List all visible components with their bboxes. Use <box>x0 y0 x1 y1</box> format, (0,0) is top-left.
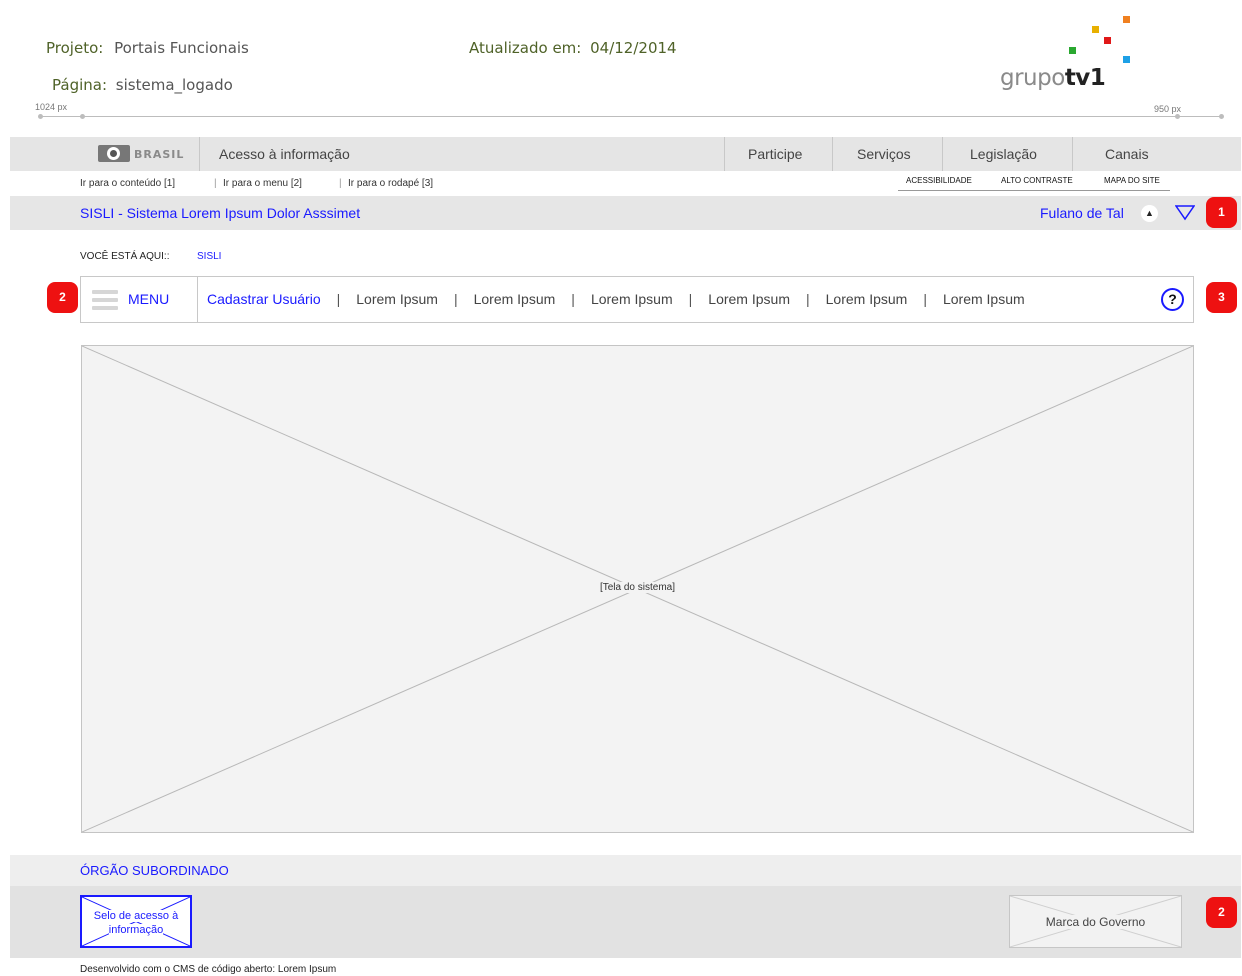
ruler-dot-right <box>1219 114 1224 119</box>
skip-link-divider: | <box>339 178 342 189</box>
ruler-left-label: 1024 px <box>35 102 68 112</box>
skip-link-menu[interactable]: Ir para o menu [2] <box>223 178 302 189</box>
acessibilidade-link[interactable]: ACESSIBILIDADE <box>906 176 972 185</box>
menu-divider <box>197 277 198 322</box>
user-icon[interactable]: ▲ <box>1141 205 1158 222</box>
menu-item[interactable]: Lorem Ipsum <box>356 291 438 307</box>
gov-link-servicos[interactable]: Serviços <box>857 146 911 162</box>
skip-link-footer[interactable]: Ir para o rodapé [3] <box>348 178 433 189</box>
menu-separator: | <box>571 291 575 307</box>
marca-text: Marca do Governo <box>1043 915 1148 929</box>
selo-acesso-informacao[interactable]: Selo de acesso à informação <box>80 895 192 948</box>
hamburger-menu-icon[interactable] <box>92 290 118 314</box>
project-value: Portais Funcionais <box>114 39 249 57</box>
gov-link-canais[interactable]: Canais <box>1105 146 1149 162</box>
page-info: Página: sistema_logado <box>52 76 233 94</box>
logo-square-red <box>1104 37 1111 44</box>
annotation-badge-4: 2 <box>1206 897 1237 928</box>
project-info: Projeto: Portais Funcionais <box>46 39 249 57</box>
system-screen-placeholder: [Tela do sistema] <box>81 345 1194 833</box>
menu-item[interactable]: Lorem Ipsum <box>708 291 790 307</box>
selo-line2: informação <box>108 924 164 936</box>
gov-separator <box>199 137 200 171</box>
gov-separator <box>832 137 833 171</box>
menu-nav: Cadastrar Usuário | Lorem Ipsum | Lorem Ipsu… <box>207 291 1025 307</box>
system-bar: SISLI - Sistema Lorem Ipsum Dolor Asssim… <box>10 196 1241 230</box>
logo-text-bold: tv1 <box>1064 65 1106 91</box>
menu-separator: | <box>453 291 458 307</box>
updated-label: Atualizado em: <box>469 39 582 57</box>
footer-bar: Selo de acesso à informação Marca do Gov… <box>10 886 1241 958</box>
gov-link-participe[interactable]: Participe <box>748 146 802 162</box>
menu-separator: | <box>336 291 341 307</box>
breadcrumb-label: VOCÊ ESTÁ AQUI:: <box>80 251 170 262</box>
annotation-badge-2: 2 <box>47 282 78 313</box>
skip-link-divider: | <box>214 178 217 189</box>
menu-item[interactable]: Lorem Ipsum <box>826 291 908 307</box>
dropdown-triangle-icon[interactable] <box>1175 205 1195 221</box>
gov-separator <box>942 137 943 171</box>
ruler-dot-inner-left <box>80 114 85 119</box>
menu-item-cadastrar-usuario[interactable]: Cadastrar Usuário <box>207 291 321 307</box>
menu-separator: | <box>805 291 810 307</box>
selo-line1: Selo de acesso à <box>93 910 179 922</box>
main-menu-bar: MENU Cadastrar Usuário | Lorem Ipsum | Lorem… <box>80 276 1194 323</box>
user-name[interactable]: Fulano de Tal <box>1040 205 1124 221</box>
ruler-dot-left <box>38 114 43 119</box>
developed-by-text: Desenvolvido com o CMS de código aberto:… <box>80 964 337 975</box>
selo-label: Selo de acesso à informação <box>82 909 190 937</box>
menu-item[interactable]: Lorem Ipsum <box>474 291 556 307</box>
ruler-right-label: 950 px <box>1154 104 1182 114</box>
logo-text: grupotv1 <box>1000 65 1106 91</box>
logo-square-orange <box>1123 16 1130 23</box>
annotation-badge-3: 3 <box>1206 282 1237 313</box>
menu-item[interactable]: Lorem Ipsum <box>943 291 1025 307</box>
menu-item[interactable]: Lorem Ipsum <box>591 291 673 307</box>
marca-do-governo: Marca do Governo <box>1009 895 1182 948</box>
gov-separator <box>1072 137 1073 171</box>
skip-link-content[interactable]: Ir para o conteúdo [1] <box>80 178 175 189</box>
updated-value: 04/12/2014 <box>590 39 677 57</box>
placeholder-text: [Tela do sistema] <box>595 582 680 593</box>
brasil-flag-icon <box>98 145 130 162</box>
menu-separator: | <box>923 291 927 307</box>
acesso-informacao-link[interactable]: Acesso à informação <box>219 146 350 162</box>
logo-square-blue <box>1123 56 1130 63</box>
logo-text-light: grupo <box>1000 65 1065 91</box>
orgao-bar: ÓRGÃO SUBORDINADO <box>10 855 1241 886</box>
page-value: sistema_logado <box>115 76 233 94</box>
mapa-do-site-link[interactable]: MAPA DO SITE <box>1104 176 1160 185</box>
system-title[interactable]: SISLI - Sistema Lorem Ipsum Dolor Asssim… <box>80 205 360 221</box>
help-icon[interactable]: ? <box>1161 288 1184 311</box>
annotation-badge-1: 1 <box>1206 197 1237 228</box>
orgao-subordinado-link[interactable]: ÓRGÃO SUBORDINADO <box>80 863 229 878</box>
project-label: Projeto: <box>46 39 104 57</box>
placeholder-label: [Tela do sistema] <box>82 582 1193 593</box>
gov-separator <box>724 137 725 171</box>
gov-link-legislacao[interactable]: Legislação <box>970 146 1037 162</box>
access-links-underline <box>898 190 1170 191</box>
logo-square-green <box>1069 47 1076 54</box>
ruler-dot-inner-right <box>1175 114 1180 119</box>
marca-label: Marca do Governo <box>1010 915 1181 929</box>
ruler-line <box>42 116 1222 117</box>
brasil-label[interactable]: BRASIL <box>134 148 184 161</box>
logo-square-yellow <box>1092 26 1099 33</box>
breadcrumb-current[interactable]: SISLI <box>197 251 221 262</box>
updated-info: Atualizado em: 04/12/2014 <box>469 39 677 57</box>
alto-contraste-link[interactable]: ALTO CONTRASTE <box>1001 176 1073 185</box>
menu-separator: | <box>688 291 693 307</box>
gov-bar: BRASIL Acesso à informação Participe Ser… <box>10 137 1241 171</box>
grupotv1-logo: grupotv1 <box>1000 10 1140 100</box>
menu-toggle-label[interactable]: MENU <box>128 291 169 307</box>
page-label: Página: <box>52 76 108 94</box>
